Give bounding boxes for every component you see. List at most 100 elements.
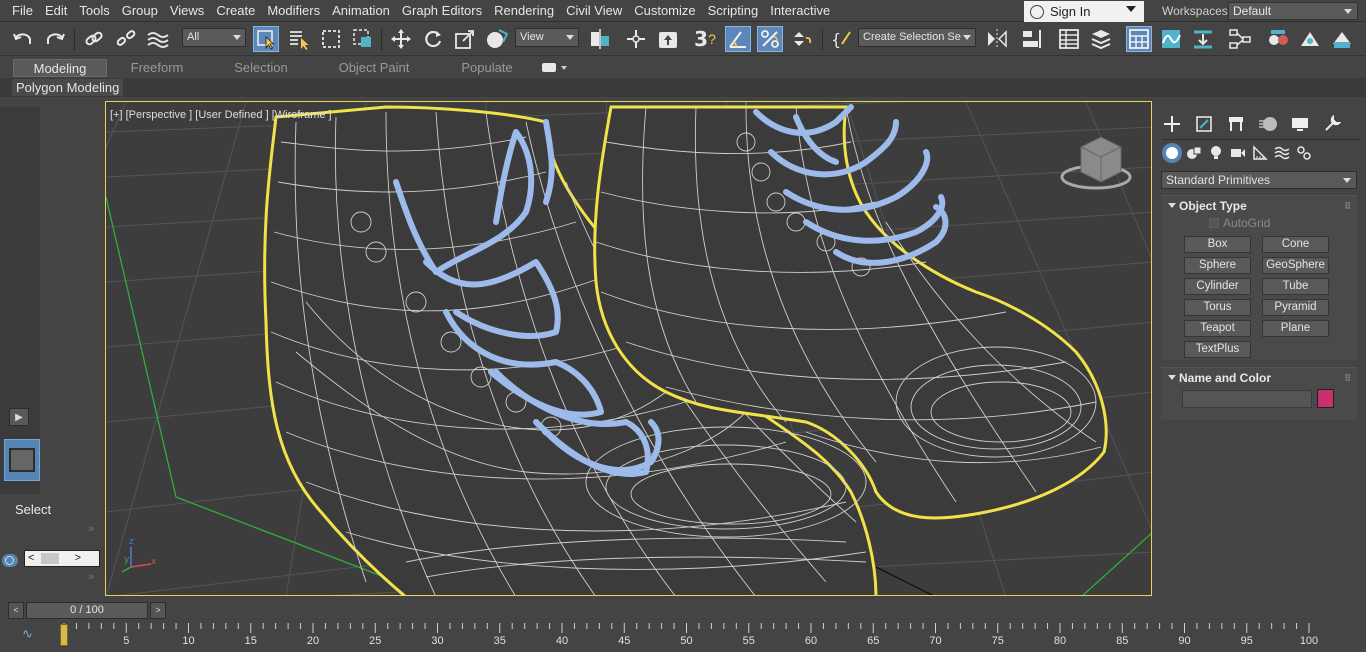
curve-editor-icon[interactable] <box>1158 26 1184 52</box>
toggle-ribbon-icon[interactable] <box>1126 26 1152 52</box>
rotate-icon[interactable] <box>420 26 446 52</box>
motion-tab-icon[interactable] <box>1255 113 1281 135</box>
object-type-header[interactable]: Object Type ⠿ <box>1161 196 1357 216</box>
geosphere-button[interactable]: GeoSphere <box>1262 257 1329 274</box>
utilities-tab-icon[interactable] <box>1319 113 1345 135</box>
chevron-down-icon[interactable] <box>561 66 567 70</box>
space-warps-icon[interactable] <box>1272 143 1292 163</box>
teapot-button[interactable]: Teapot <box>1184 320 1251 337</box>
time-slider-thumb[interactable] <box>60 624 68 646</box>
undo-icon[interactable] <box>10 26 36 52</box>
object-color-swatch[interactable] <box>1317 389 1334 408</box>
viewport-layout-icon[interactable] <box>4 439 40 481</box>
redo-icon[interactable] <box>42 26 68 52</box>
plane-button[interactable]: Plane <box>1262 320 1329 337</box>
percent-snap-icon[interactable] <box>757 26 783 52</box>
track-bar-curve-icon[interactable]: ∿ <box>22 626 33 642</box>
menu-scripting[interactable]: Scripting <box>702 0 765 22</box>
systems-icon[interactable] <box>1294 143 1314 163</box>
arrow-left-icon[interactable]: < <box>28 551 34 566</box>
named-selection-set-dropdown[interactable]: Create Selection Se <box>858 28 976 47</box>
box-button[interactable]: Box <box>1184 236 1251 253</box>
track-bar-ruler[interactable]: 5 10 15 20 25 30 35 40 45 50 55 60 65 70 75 80 85 90 95 100 <box>56 621 1320 649</box>
menu-customize[interactable]: Customize <box>628 0 701 22</box>
chevron-right-icon[interactable]: » <box>88 523 94 535</box>
left-scrollbar[interactable]: < > <box>24 550 100 567</box>
render-setup-icon[interactable] <box>1297 26 1323 52</box>
window-crossing-icon[interactable] <box>350 26 376 52</box>
cylinder-button[interactable]: Cylinder <box>1184 278 1251 295</box>
tab-modeling[interactable]: Modeling <box>13 59 107 77</box>
menu-rendering[interactable]: Rendering <box>488 0 560 22</box>
frame-display[interactable]: 0 / 100 <box>26 602 148 619</box>
tab-object-paint[interactable]: Object Paint <box>323 59 425 77</box>
perspective-viewport[interactable]: z x y [+] [Perspective ] [User Defined ]… <box>105 101 1152 596</box>
select-by-name-icon[interactable] <box>286 26 312 52</box>
sign-in-dropdown[interactable]: Sign In <box>1024 1 1144 22</box>
rectangular-selection-icon[interactable] <box>318 26 344 52</box>
menu-views[interactable]: Views <box>164 0 210 22</box>
snaps-toggle-icon[interactable]: 3? <box>692 26 718 52</box>
bind-space-warp-icon[interactable] <box>145 26 171 52</box>
select-object-icon[interactable] <box>253 26 279 52</box>
layer-explorer-icon[interactable] <box>1088 26 1114 52</box>
helpers-icon[interactable] <box>1250 143 1270 163</box>
menu-tools[interactable]: Tools <box>73 0 115 22</box>
menu-edit[interactable]: Edit <box>39 0 73 22</box>
pivot-center-icon[interactable] <box>587 26 613 52</box>
radio-icon[interactable] <box>2 554 18 567</box>
expand-arrow-icon[interactable]: ▶ <box>9 408 29 426</box>
menu-create[interactable]: Create <box>210 0 261 22</box>
object-category-dropdown[interactable]: Standard Primitives <box>1161 171 1357 189</box>
menu-interactive[interactable]: Interactive <box>764 0 836 22</box>
chevron-right-icon[interactable]: > <box>150 602 166 619</box>
render-frame-window-icon[interactable] <box>1329 26 1355 52</box>
reference-coordinate-dropdown[interactable]: View <box>515 28 579 47</box>
scrollbar-thumb[interactable] <box>41 553 59 564</box>
modify-tab-icon[interactable] <box>1191 113 1217 135</box>
chevron-left-icon[interactable]: < <box>8 602 24 619</box>
hierarchy-tab-icon[interactable] <box>1223 113 1249 135</box>
shapes-icon[interactable] <box>1184 143 1204 163</box>
menu-group[interactable]: Group <box>116 0 164 22</box>
placement-icon[interactable] <box>484 26 510 52</box>
mirror-icon[interactable] <box>984 26 1010 52</box>
dope-sheet-icon[interactable] <box>1190 26 1216 52</box>
ribbon-options-icon[interactable] <box>542 63 556 72</box>
link-icon[interactable] <box>81 26 107 52</box>
drag-handle-icon[interactable]: ⠿ <box>1344 368 1351 388</box>
scene-explorer-icon[interactable] <box>1056 26 1082 52</box>
menu-civil-view[interactable]: Civil View <box>560 0 628 22</box>
angle-snap-icon[interactable] <box>725 26 751 52</box>
menu-modifiers[interactable]: Modifiers <box>261 0 326 22</box>
menu-graph-editors[interactable]: Graph Editors <box>396 0 488 22</box>
tube-button[interactable]: Tube <box>1262 278 1329 295</box>
pyramid-button[interactable]: Pyramid <box>1262 299 1329 316</box>
autogrid-checkbox[interactable]: AutoGrid <box>1209 216 1270 230</box>
display-tab-icon[interactable] <box>1287 113 1313 135</box>
lights-icon[interactable] <box>1206 143 1226 163</box>
tab-freeform[interactable]: Freeform <box>115 59 199 77</box>
unlink-icon[interactable] <box>113 26 139 52</box>
viewport-label[interactable]: [+] [Perspective ] [User Defined ] [Wire… <box>110 109 332 121</box>
tab-selection[interactable]: Selection <box>219 59 303 77</box>
time-slider[interactable]: < 0 / 100 > <box>8 602 166 619</box>
move-icon[interactable] <box>388 26 414 52</box>
keyboard-shortcut-override-icon[interactable] <box>655 26 681 52</box>
name-and-color-header[interactable]: Name and Color ⠿ <box>1161 368 1357 388</box>
scale-icon[interactable] <box>452 26 478 52</box>
select-manipulate-icon[interactable] <box>623 26 649 52</box>
menu-file[interactable]: File <box>0 0 39 22</box>
geometry-icon[interactable] <box>1162 143 1182 163</box>
arrow-right-icon[interactable]: > <box>75 551 81 566</box>
workspace-select[interactable]: Default <box>1228 2 1358 20</box>
material-editor-icon[interactable] <box>1265 26 1291 52</box>
object-name-field[interactable] <box>1182 390 1312 408</box>
drag-handle-icon[interactable]: ⠿ <box>1344 196 1351 216</box>
torus-button[interactable]: Torus <box>1184 299 1251 316</box>
align-icon[interactable] <box>1019 26 1045 52</box>
chevron-right-icon[interactable]: » <box>88 571 94 583</box>
viewcube[interactable] <box>1060 136 1132 190</box>
textplus-button[interactable]: TextPlus <box>1184 341 1251 358</box>
schematic-view-icon[interactable] <box>1227 26 1253 52</box>
